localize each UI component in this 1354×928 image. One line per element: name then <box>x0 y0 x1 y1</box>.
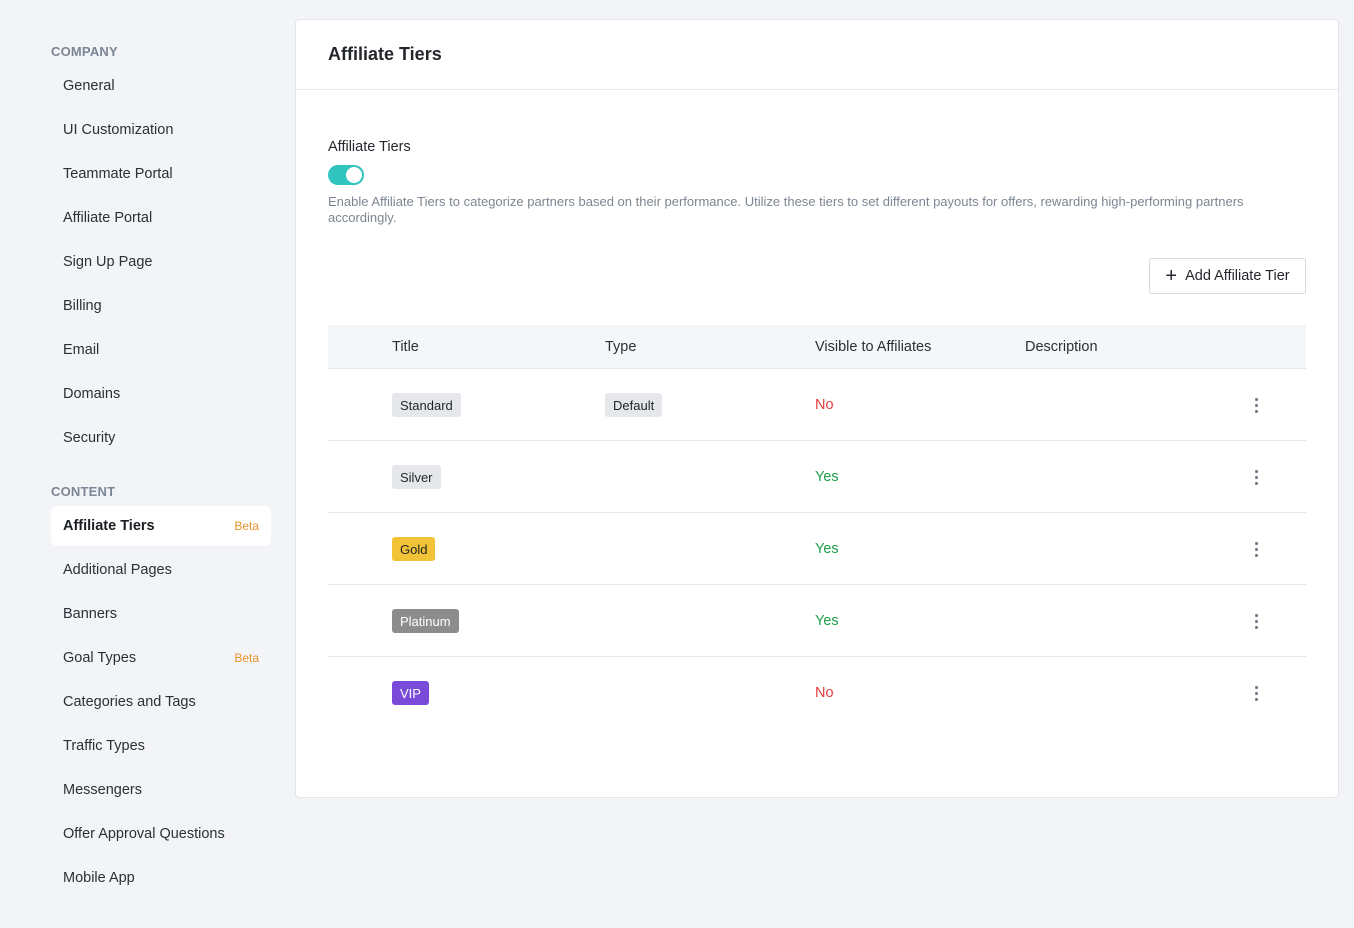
kebab-dot <box>1254 625 1258 629</box>
column-header-title: Title <box>392 339 419 355</box>
more-actions-icon[interactable] <box>1246 611 1266 631</box>
more-actions-icon[interactable] <box>1246 683 1266 703</box>
column-header-type: Type <box>605 339 637 355</box>
sidebar-item-messengers[interactable]: Messengers <box>51 770 271 810</box>
kebab-dot <box>1254 697 1258 701</box>
affiliate-tiers-setting-label: Affiliate Tiers <box>328 139 411 155</box>
sidebar-item-offer-approval-questions[interactable]: Offer Approval Questions <box>51 814 271 854</box>
sidebar-item-label: Categories and Tags <box>63 694 196 710</box>
tier-title-badge: Silver <box>392 465 441 489</box>
sidebar-item-ui-customization[interactable]: UI Customization <box>51 110 271 150</box>
sidebar-item-label: UI Customization <box>63 122 174 138</box>
kebab-dot <box>1254 613 1258 617</box>
kebab-dot <box>1254 541 1258 545</box>
kebab-dot <box>1254 397 1258 401</box>
sidebar-item-label: Mobile App <box>63 870 135 886</box>
visible-to-affiliates-value: Yes <box>815 541 839 557</box>
sidebar-item-label: Goal Types <box>63 650 137 666</box>
card-header: Affiliate Tiers <box>296 20 1338 90</box>
sidebar-item-traffic-types[interactable]: Traffic Types <box>51 726 271 766</box>
tier-title-badge: Gold <box>392 537 436 561</box>
add-affiliate-tier-button[interactable]: + Add Affiliate Tier <box>1149 258 1306 294</box>
sidebar-item-teammate-portal[interactable]: Teammate Portal <box>51 154 271 194</box>
sidebar-item-label: General <box>63 78 115 94</box>
affiliate-tiers-card: Affiliate Tiers Affiliate Tiers Enable A… <box>295 19 1339 798</box>
sidebar-item-mobile-app[interactable]: Mobile App <box>51 858 271 898</box>
tier-title-badge: Standard <box>392 393 461 417</box>
sidebar-item-security[interactable]: Security <box>51 418 271 458</box>
kebab-dot <box>1254 481 1258 485</box>
tier-title-badge: Platinum <box>392 609 459 633</box>
sidebar-item-affiliate-tiers[interactable]: Affiliate Tiers Beta <box>51 506 271 546</box>
sidebar-item-general[interactable]: General <box>51 66 271 106</box>
sidebar-item-goal-types[interactable]: Goal Types Beta <box>51 638 271 678</box>
table-row[interactable]: VIP No <box>328 657 1306 729</box>
kebab-dot <box>1254 619 1258 623</box>
kebab-dot <box>1254 685 1258 689</box>
sidebar-item-additional-pages[interactable]: Additional Pages <box>51 550 271 590</box>
visible-to-affiliates-value: Yes <box>815 613 839 629</box>
section-label-company: COMPANY <box>51 44 118 59</box>
sidebar-item-affiliate-portal[interactable]: Affiliate Portal <box>51 198 271 238</box>
column-header-description: Description <box>1025 339 1098 355</box>
column-header-visible: Visible to Affiliates <box>815 339 932 355</box>
sidebar-item-label: Offer Approval Questions <box>63 826 225 842</box>
table-row[interactable]: Gold Yes <box>328 513 1306 585</box>
beta-badge: Beta <box>234 519 259 533</box>
plus-icon: + <box>1165 265 1178 287</box>
page-title: Affiliate Tiers <box>328 44 442 64</box>
sidebar-item-label: Affiliate Tiers <box>63 518 155 534</box>
sidebar-item-domains[interactable]: Domains <box>51 374 271 414</box>
tier-type-badge: Default <box>605 393 663 417</box>
kebab-dot <box>1254 403 1258 407</box>
table-body: Standard Default No Silver Yes Gold Yes Platinu… <box>328 369 1306 729</box>
kebab-dot <box>1254 547 1258 551</box>
sidebar-item-categories-and-tags[interactable]: Categories and Tags <box>51 682 271 722</box>
section-label-content: CONTENT <box>51 484 116 499</box>
visible-to-affiliates-value: Yes <box>815 469 839 485</box>
table-row[interactable]: Silver Yes <box>328 441 1306 513</box>
sidebar-item-label: Traffic Types <box>63 738 145 754</box>
sidebar-item-label: Teammate Portal <box>63 166 173 182</box>
sidebar-item-label: Billing <box>63 298 102 314</box>
kebab-dot <box>1254 409 1258 413</box>
add-affiliate-tier-label: Add Affiliate Tier <box>1185 268 1290 284</box>
visible-to-affiliates-value: No <box>815 397 834 413</box>
sidebar-item-label: Additional Pages <box>63 562 172 578</box>
beta-badge: Beta <box>234 651 259 665</box>
sidebar-item-email[interactable]: Email <box>51 330 271 370</box>
toggle-knob <box>346 167 362 183</box>
sidebar-item-label: Affiliate Portal <box>63 210 153 226</box>
more-actions-icon[interactable] <box>1246 395 1266 415</box>
sidebar-item-label: Domains <box>63 386 121 402</box>
affiliate-tiers-table: Title Type Visible to Affiliates Descrip… <box>328 325 1306 729</box>
kebab-dot <box>1254 553 1258 557</box>
sidebar-item-banners[interactable]: Banners <box>51 594 271 634</box>
kebab-dot <box>1254 691 1258 695</box>
tier-title-badge: VIP <box>392 681 429 705</box>
visible-to-affiliates-value: No <box>815 685 834 701</box>
sidebar-item-billing[interactable]: Billing <box>51 286 271 326</box>
table-row[interactable]: Platinum Yes <box>328 585 1306 657</box>
sidebar-item-label: Security <box>63 430 116 446</box>
table-row[interactable]: Standard Default No <box>328 369 1306 441</box>
sidebar-item-label: Banners <box>63 606 118 622</box>
kebab-dot <box>1254 469 1258 473</box>
sidebar-item-label: Messengers <box>63 782 142 798</box>
more-actions-icon[interactable] <box>1246 467 1266 487</box>
sidebar-item-sign-up-page[interactable]: Sign Up Page <box>51 242 271 282</box>
kebab-dot <box>1254 475 1258 479</box>
more-actions-icon[interactable] <box>1246 539 1266 559</box>
affiliate-tiers-help-text: Enable Affiliate Tiers to categorize par… <box>328 194 1244 225</box>
sidebar-item-label: Sign Up Page <box>63 254 153 270</box>
table-header: Title Type Visible to Affiliates Descrip… <box>328 325 1306 369</box>
affiliate-tiers-toggle[interactable] <box>328 165 364 185</box>
sidebar-item-label: Email <box>63 342 100 358</box>
